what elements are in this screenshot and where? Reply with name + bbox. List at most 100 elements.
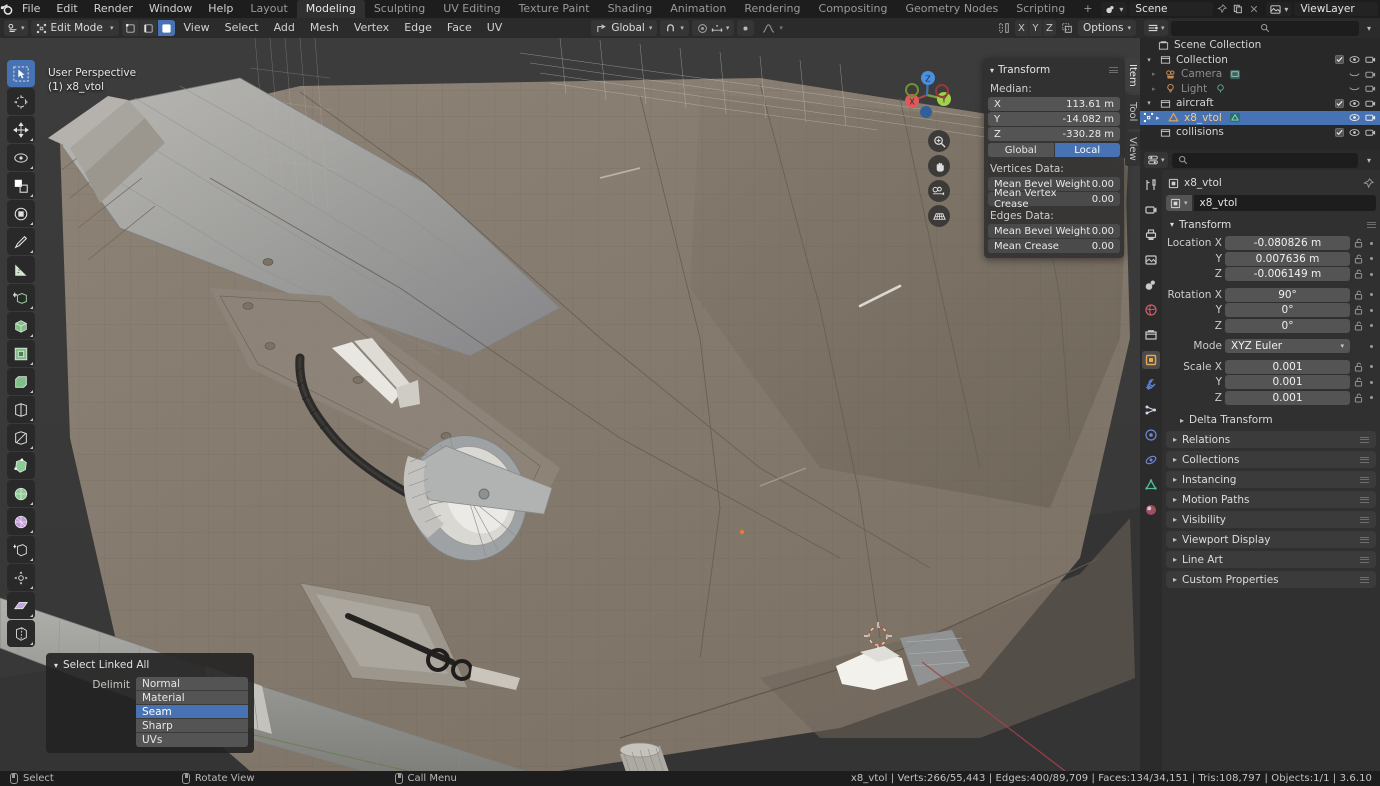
global-space-button[interactable]: Global [988,143,1054,157]
outliner-filter-icon[interactable]: ▾ [1362,24,1376,33]
bevel-tool[interactable] [7,368,35,395]
xray-icon[interactable] [1059,22,1075,34]
edge-mean-bevel-weight-field[interactable]: Mean Bevel Weight 0.00 [988,224,1120,238]
workspace-tab-compositing[interactable]: Compositing [810,0,897,18]
collection-tab[interactable] [1142,326,1160,344]
object-name-field[interactable]: x8_vtol [1193,195,1376,211]
rotation-x-field[interactable]: 90° [1225,287,1350,302]
eye-closed-icon[interactable] [1349,84,1360,93]
properties-editor-type-icon[interactable]: ▾ [1144,152,1168,168]
mirror-axis-z[interactable]: Z [1042,20,1056,36]
lock-icon[interactable] [1353,377,1364,387]
mean-vertex-crease-field[interactable]: Mean Vertex Crease 0.00 [988,188,1120,210]
rip-region-tool[interactable] [7,620,35,647]
animate-property-dot[interactable] [1367,293,1376,296]
tool-tab[interactable] [1142,176,1160,194]
camera-render-icon[interactable] [1365,113,1376,122]
outliner-row-collection[interactable]: ▾ Collection [1140,53,1380,68]
poly-build-tool[interactable] [7,452,35,479]
rotate-tool[interactable] [7,144,35,171]
outliner-row-light[interactable]: ▸ Light [1140,82,1380,97]
location-z-field[interactable]: -0.006149 m [1225,267,1350,281]
zoom-icon[interactable] [928,130,950,152]
blender-logo-icon[interactable] [0,0,14,18]
viewport-menu-vertex[interactable]: Vertex [348,19,395,37]
operator-panel-header[interactable]: ▾ Select Linked All [46,657,254,677]
workspace-tab-layout[interactable]: Layout [241,0,296,18]
viewport-menu-add[interactable]: Add [268,19,301,37]
rotation-y-field[interactable]: 0° [1225,303,1350,317]
scale-x-field[interactable]: 0.001 [1225,359,1350,374]
viewport-menu-select[interactable]: Select [219,19,265,37]
lock-icon[interactable] [1353,269,1364,279]
menu-render[interactable]: Render [86,0,141,18]
vertex-select-icon[interactable] [121,20,139,36]
collection-checkbox[interactable] [1335,55,1344,65]
physics-tab[interactable] [1142,426,1160,444]
menu-file[interactable]: File [14,0,48,18]
menu-window[interactable]: Window [141,0,200,18]
snap-dropdown[interactable]: ▾ [660,20,689,36]
shear-tool[interactable] [7,592,35,619]
transform-tool[interactable] [7,200,35,227]
delimit-option-normal[interactable]: Normal [136,677,248,691]
eye-icon[interactable] [1349,113,1360,122]
animate-property-dot[interactable] [1367,308,1376,312]
falloff-curve-dropdown[interactable]: ▾ [757,20,788,36]
viewport-menu-face[interactable]: Face [441,19,478,37]
lock-icon[interactable] [1353,290,1364,300]
outliner-row-x8-vtol[interactable]: ▸ x8_vtol [1140,110,1380,125]
eye-icon[interactable] [1349,99,1360,108]
camera-view-icon[interactable] [928,180,950,202]
panel-custom-properties[interactable]: ▸ Custom Properties [1166,571,1376,588]
mirror-axis-x[interactable]: X [1014,20,1028,36]
eye-icon[interactable] [1349,55,1360,64]
interaction-mode-dropdown[interactable]: Edit Mode ▾ [30,20,119,36]
menu-help[interactable]: Help [200,0,241,18]
scale-y-field[interactable]: 0.001 [1225,375,1350,389]
viewlayer-name-field[interactable]: ViewLayer [1294,2,1379,16]
viewport-menu-mesh[interactable]: Mesh [304,19,345,37]
animate-property-dot[interactable] [1367,324,1376,327]
camera-render-icon[interactable] [1365,70,1376,79]
properties-options-icon[interactable]: ▾ [1362,156,1376,165]
outliner-row-camera[interactable]: ▸ Camera [1140,67,1380,82]
workspace-tab-rendering[interactable]: Rendering [735,0,809,18]
loop-cut-tool[interactable] [7,396,35,423]
viewlayer-browse-dropdown[interactable]: ▾ [1266,2,1293,16]
extrude-region-tool[interactable] [7,312,35,339]
rotation-z-field[interactable]: 0° [1225,318,1350,333]
animate-property-dot[interactable] [1367,241,1376,245]
object-data-tab[interactable] [1142,476,1160,494]
face-select-icon[interactable] [157,20,175,36]
3d-viewport[interactable]: User Perspective (1) x8_vtol X Y Z ▾ Tra… [0,38,1140,771]
transform-section-header[interactable]: ▾ Transform [1166,217,1376,232]
scene-name-field[interactable]: Scene [1129,2,1214,16]
view-layer-tab[interactable] [1142,251,1160,269]
n-panel-transform-header[interactable]: ▾ Transform [988,62,1120,80]
camera-render-icon[interactable] [1365,128,1376,137]
median-x-field[interactable]: X 113.61 m [988,97,1120,111]
output-tab[interactable] [1142,226,1160,244]
spin-tool[interactable] [7,480,35,507]
menu-edit[interactable]: Edit [48,0,85,18]
proportional-connected-icon[interactable] [711,23,723,34]
animate-property-dot[interactable] [1367,365,1376,368]
object-tab[interactable] [1142,351,1160,369]
cursor-tool[interactable] [7,88,35,115]
render-tab[interactable] [1142,201,1160,219]
outliner-display-icon[interactable]: ▾ [1144,20,1168,36]
eye-closed-icon[interactable] [1349,70,1360,79]
median-y-field[interactable]: Y -14.082 m [988,112,1120,126]
constraints-tab[interactable] [1142,451,1160,469]
mirror-axis-y[interactable]: Y [1028,20,1042,36]
panel-motion-paths[interactable]: ▸ Motion Paths [1166,491,1376,508]
local-space-button[interactable]: Local [1054,143,1120,157]
toggle-ortho-icon[interactable] [928,205,950,227]
tweak-select-box-tool[interactable] [7,60,35,87]
outliner-search-input[interactable] [1170,20,1359,36]
animate-property-dot[interactable] [1367,396,1376,399]
location-x-field[interactable]: -0.080826 m [1225,236,1350,250]
pin-icon[interactable] [1215,4,1229,14]
workspace-tab-shading[interactable]: Shading [599,0,662,18]
